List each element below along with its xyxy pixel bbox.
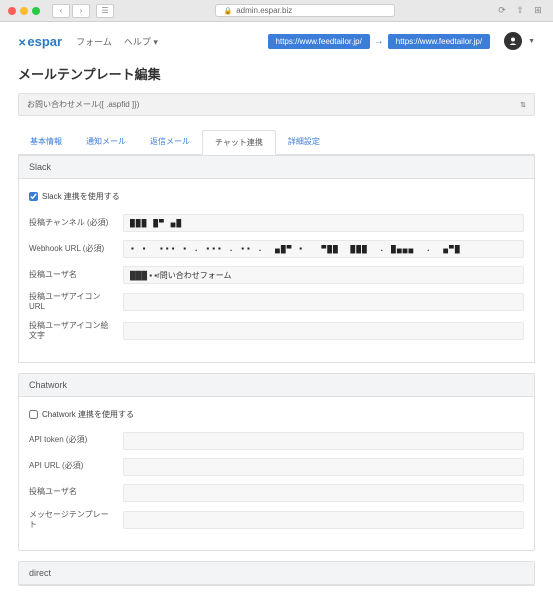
site-pill-2[interactable]: https://www.feedtailor.jp/ [388, 34, 490, 49]
url-text: admin.espar.biz [236, 6, 292, 15]
chatwork-enable-row: Chatwork 連携を使用する [29, 409, 524, 420]
chatwork-token-input[interactable] [123, 432, 524, 450]
nav-forms[interactable]: フォーム [76, 35, 112, 48]
url-bar: 🔒 admin.espar.biz [118, 4, 491, 17]
window-close-icon[interactable] [8, 7, 16, 15]
chatwork-section-body: Chatwork 連携を使用する API token (必須) API URL … [19, 397, 534, 551]
chatwork-username-input[interactable] [123, 484, 524, 502]
slack-section: Slack Slack 連携を使用する 投稿チャンネル (必須) Webhook… [18, 155, 535, 363]
slack-enable-label: Slack 連携を使用する [42, 191, 120, 202]
page-content: espar フォーム ヘルプ ▾ https://www.feedtailor.… [0, 22, 553, 604]
slack-iconurl-label: 投稿ユーザアイコンURL [29, 292, 115, 313]
direct-section-title: direct [19, 562, 534, 585]
app-header: espar フォーム ヘルプ ▾ https://www.feedtailor.… [18, 22, 535, 60]
slack-section-title: Slack [19, 156, 534, 179]
chatwork-url-input[interactable] [123, 458, 524, 476]
chatwork-token-label: API token (必須) [29, 435, 115, 445]
chatwork-enable-label: Chatwork 連携を使用する [42, 409, 134, 420]
slack-username-row: 投稿ユーザ名 [29, 266, 524, 284]
user-avatar[interactable] [504, 32, 522, 50]
chatwork-url-row: API URL (必須) [29, 458, 524, 476]
tabs-icon[interactable]: ⊞ [531, 4, 545, 18]
chevron-updown-icon: ⇅ [520, 101, 526, 109]
tab-reply[interactable]: 返信メール [138, 130, 202, 154]
slack-iconurl-input[interactable] [123, 293, 524, 311]
direct-section: direct [18, 561, 535, 586]
slack-webhook-row: Webhook URL (必須) [29, 240, 524, 258]
slack-channel-input[interactable] [123, 214, 524, 232]
window-maximize-icon[interactable] [32, 7, 40, 15]
chatwork-token-row: API token (必須) [29, 432, 524, 450]
header-right: https://www.feedtailor.jp/ → https://www… [268, 32, 535, 50]
window-minimize-icon[interactable] [20, 7, 28, 15]
chevron-down-icon[interactable]: ▼ [528, 38, 535, 45]
tab-notify[interactable]: 通知メール [74, 130, 138, 154]
slack-section-body: Slack 連携を使用する 投稿チャンネル (必須) Webhook URL (… [19, 179, 534, 362]
tab-detail[interactable]: 詳細設定 [276, 130, 332, 154]
forward-button[interactable]: › [72, 4, 90, 18]
tab-chat[interactable]: チャット連携 [202, 130, 276, 155]
slack-webhook-input[interactable] [123, 240, 524, 258]
refresh-icon[interactable]: ⟳ [495, 4, 509, 18]
url-field[interactable]: 🔒 admin.espar.biz [215, 4, 395, 17]
chatwork-enable-checkbox[interactable] [29, 410, 38, 419]
traffic-lights [8, 7, 40, 15]
slack-channel-label: 投稿チャンネル (必須) [29, 218, 115, 228]
tab-basic[interactable]: 基本情報 [18, 130, 74, 154]
slack-username-input[interactable] [123, 266, 524, 284]
template-selector-label: お問い合わせメール([ .aspfid ]}) [27, 99, 139, 110]
lock-icon: 🔒 [224, 7, 233, 15]
chatwork-template-label: メッセージテンプレート [29, 510, 115, 531]
logo[interactable]: espar [18, 34, 62, 49]
page-title: メールテンプレート編集 [18, 64, 535, 83]
browser-chrome: ‹ › ☰ 🔒 admin.espar.biz ⟳ ⇧ ⊞ [0, 0, 553, 22]
nav-help[interactable]: ヘルプ ▾ [124, 35, 158, 48]
chatwork-username-row: 投稿ユーザ名 [29, 484, 524, 502]
slack-webhook-label: Webhook URL (必須) [29, 244, 115, 254]
share-icon[interactable]: ⇧ [513, 4, 527, 18]
chatwork-template-row: メッセージテンプレート [29, 510, 524, 531]
chatwork-section-title: Chatwork [19, 374, 534, 397]
tab-bar: 基本情報 通知メール 返信メール チャット連携 詳細設定 [18, 130, 535, 155]
user-icon [508, 36, 518, 46]
chatwork-section: Chatwork Chatwork 連携を使用する API token (必須)… [18, 373, 535, 552]
chatwork-url-label: API URL (必須) [29, 461, 115, 471]
slack-enable-checkbox[interactable] [29, 192, 38, 201]
slack-emoji-label: 投稿ユーザアイコン絵文字 [29, 321, 115, 342]
template-selector[interactable]: お問い合わせメール([ .aspfid ]}) ⇅ [18, 93, 535, 116]
slack-iconurl-row: 投稿ユーザアイコンURL [29, 292, 524, 313]
slack-enable-row: Slack 連携を使用する [29, 191, 524, 202]
site-pill-1[interactable]: https://www.feedtailor.jp/ [268, 34, 370, 49]
slack-emoji-input[interactable] [123, 322, 524, 340]
nav-button-group: ‹ › [52, 4, 90, 18]
slack-username-label: 投稿ユーザ名 [29, 270, 115, 280]
slack-channel-row: 投稿チャンネル (必須) [29, 214, 524, 232]
back-button[interactable]: ‹ [52, 4, 70, 18]
chatwork-username-label: 投稿ユーザ名 [29, 487, 115, 497]
nav-menu: フォーム ヘルプ ▾ [76, 35, 158, 48]
slack-emoji-row: 投稿ユーザアイコン絵文字 [29, 321, 524, 342]
sidebar-toggle-button[interactable]: ☰ [96, 4, 114, 18]
arrow-right-icon: → [374, 36, 384, 47]
chatwork-template-input[interactable] [123, 511, 524, 529]
